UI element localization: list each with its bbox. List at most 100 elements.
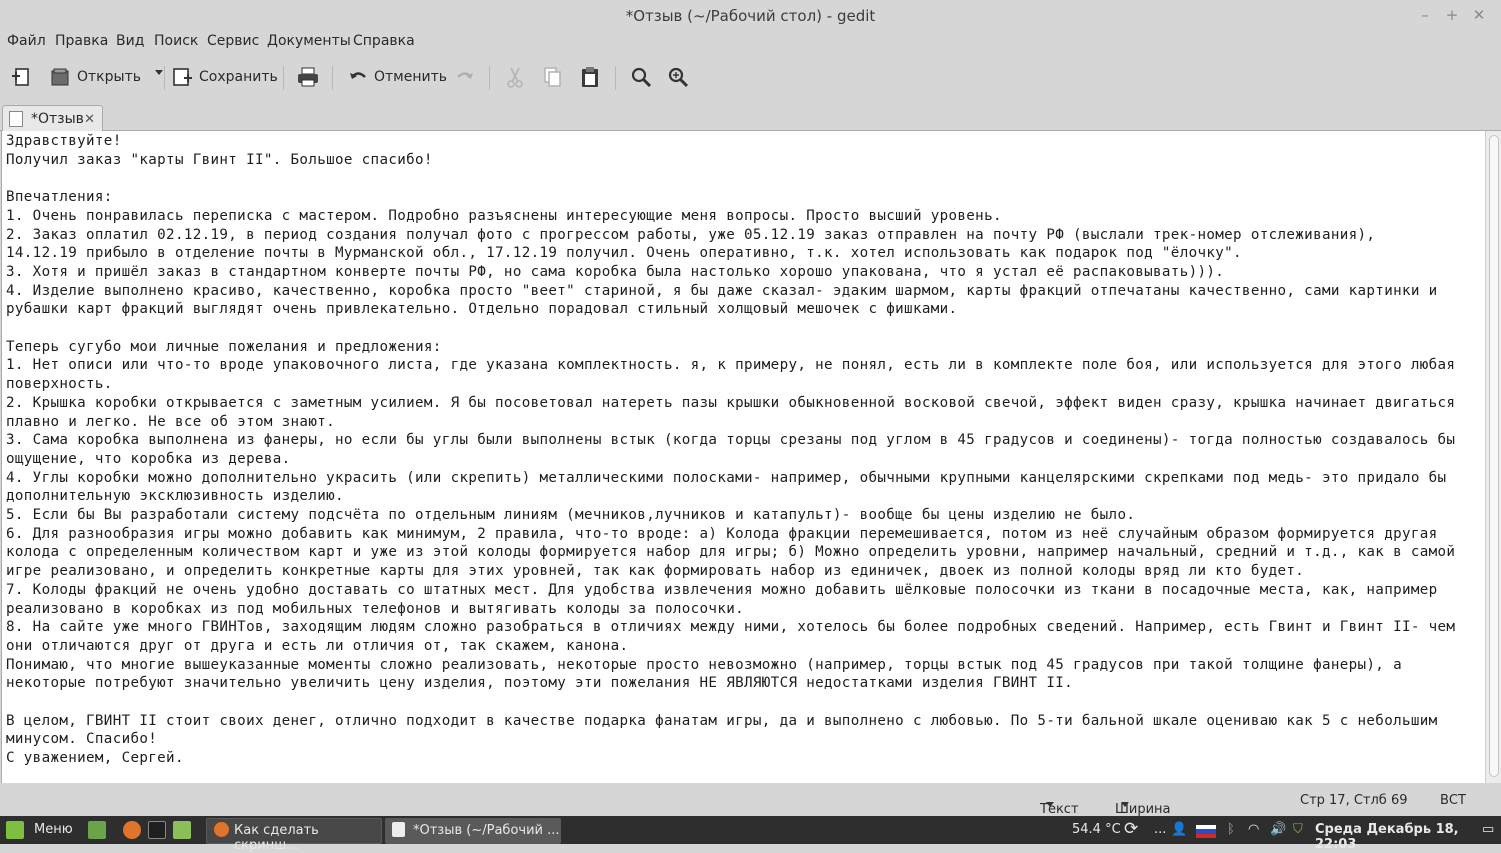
menu-documents[interactable]: Документы <box>267 33 351 49</box>
window-title: *Отзыв (~/Рабочий стол) - gedit <box>625 7 876 25</box>
task-browser[interactable]: Как сделать скринш... <box>206 818 382 853</box>
status-bar: Текст Ширина табуляции: 8 Стр 17, Стлб 6… <box>0 784 1501 847</box>
title-bar: *Отзыв (~/Рабочий стол) - gedit – + ✕ <box>0 0 1501 32</box>
text-line[interactable]: Получил заказ "карты Гвинт II". Большое … <box>6 152 433 171</box>
open-button[interactable]: Открыть <box>49 62 163 92</box>
find-replace-icon <box>668 67 689 88</box>
text-line[interactable]: 2. Заказ оплатил 02.12.19, в период созд… <box>6 227 1375 246</box>
menu-view[interactable]: Вид <box>116 33 144 49</box>
text-line[interactable]: 3. Хотя и пришёл заказ в стандартном кон… <box>6 264 1224 283</box>
text-line[interactable]: поверхность. <box>6 376 113 395</box>
text-line[interactable]: они отличаются друг от друга и есть ли о… <box>6 638 628 657</box>
text-line[interactable]: 5. Если бы Вы разработали систему подсчё… <box>6 507 1135 526</box>
minimize-button[interactable]: – <box>1414 5 1436 25</box>
print-button[interactable] <box>296 62 320 92</box>
start-menu-button[interactable]: Меню <box>34 822 73 837</box>
refresh-icon[interactable]: ⟳ <box>1124 819 1138 839</box>
wifi-icon[interactable]: ◠ <box>1248 822 1259 837</box>
tab-otzyv[interactable]: *Отзыв ✕ <box>2 105 103 132</box>
text-editor[interactable]: Здравствуйте! Получил заказ "карты Гвинт … <box>1 131 1485 783</box>
text-line[interactable]: Теперь сугубо мои личные пожелания и пре… <box>6 339 442 358</box>
toolbar: Открыть Сохранить Отменить <box>0 58 1501 96</box>
redo-button[interactable] <box>455 62 475 92</box>
toolbar-separator <box>164 66 165 90</box>
find-replace-button[interactable] <box>667 62 689 92</box>
mint-menu-icon[interactable] <box>6 821 24 839</box>
text-line[interactable]: некоторые потребуют значительно увеличит… <box>6 675 1073 694</box>
toolbar-separator <box>615 66 616 90</box>
bluetooth-icon[interactable]: ᛒ <box>1227 822 1235 837</box>
text-line[interactable]: 2. Крышка коробки открывается с заметным… <box>6 395 1455 414</box>
menu-bar: Файл Правка Вид Поиск Сервис Документы С… <box>0 32 1501 52</box>
task-browser-label: Как сделать скринш... <box>234 823 319 853</box>
menu-tools[interactable]: Сервис <box>207 33 259 49</box>
toolbar-separator <box>489 66 490 90</box>
open-label: Открыть <box>77 69 141 85</box>
undo-icon <box>350 72 366 79</box>
show-desktop-icon[interactable] <box>88 821 106 839</box>
text-line[interactable]: минусом. Спасибо! <box>6 731 157 750</box>
text-line[interactable]: С уважением, Сергей. <box>6 750 184 769</box>
document-tab-bar: *Отзыв ✕ <box>0 102 1501 132</box>
text-document-icon <box>9 111 23 127</box>
cpu-temperature: 54.4 °C <box>1072 822 1121 837</box>
menu-edit[interactable]: Правка <box>55 33 108 49</box>
terminal-icon[interactable] <box>148 821 166 839</box>
text-line[interactable]: рубашки карт фракций выглядят очень прив… <box>6 301 957 320</box>
open-recent-dropdown-icon[interactable] <box>154 70 163 84</box>
text-line[interactable]: Впечатления: <box>6 189 113 208</box>
shield-icon[interactable]: ⛉ <box>1293 822 1303 837</box>
menu-file[interactable]: Файл <box>7 33 46 49</box>
print-icon <box>298 67 318 87</box>
text-editor-icon <box>392 822 405 837</box>
file-manager-icon[interactable] <box>173 821 191 839</box>
menu-help[interactable]: Справка <box>353 33 415 49</box>
firefox-icon[interactable] <box>123 821 141 839</box>
cut-button[interactable] <box>505 62 525 92</box>
text-line[interactable]: игре реализовано, и определить конкретны… <box>6 563 1304 582</box>
undo-label: Отменить <box>374 69 448 85</box>
text-line[interactable]: 4. Углы коробки можно дополнительно укра… <box>6 470 1446 489</box>
close-tab-icon[interactable]: ✕ <box>84 112 95 127</box>
text-line[interactable]: реализовано в коробках из под мобильных … <box>6 601 744 620</box>
text-line[interactable]: 7. Колоды фракций не очень удобно достав… <box>6 582 1438 601</box>
text-line[interactable]: плавно и легко. Не все об этом знают. <box>6 414 335 433</box>
menu-search[interactable]: Поиск <box>154 33 198 49</box>
insert-mode: ВСТ <box>1440 793 1466 808</box>
copy-icon <box>544 67 561 87</box>
text-line[interactable]: дополнительную эксклюзивность изделию. <box>6 488 344 507</box>
tray-ellipsis[interactable]: ... <box>1154 822 1166 837</box>
text-line[interactable]: ощущение, что коробка из дерева. <box>6 451 291 470</box>
workspace-icon[interactable]: ▭ <box>1482 822 1494 837</box>
vertical-scrollbar[interactable] <box>1485 131 1501 783</box>
volume-icon[interactable]: 🔊 <box>1270 822 1286 837</box>
new-document-button[interactable] <box>10 62 32 92</box>
text-line[interactable]: 14.12.19 прибыло в отделение почты в Мур… <box>6 245 1242 264</box>
text-line[interactable]: Здравствуйте! <box>6 133 122 152</box>
chevron-down-icon <box>1046 802 1054 816</box>
copy-button[interactable] <box>542 62 562 92</box>
paste-button[interactable] <box>580 62 600 92</box>
text-line[interactable]: 6. Для разнообразия игры можно добавить … <box>6 526 1438 545</box>
find-button[interactable] <box>630 62 652 92</box>
text-line[interactable]: Понимаю, что многие вышеуказанные момент… <box>6 657 1402 676</box>
text-line[interactable]: 8. На сайте уже много ГВИНТов, заходящим… <box>6 619 1455 638</box>
user-icon[interactable]: 👤 <box>1171 822 1187 837</box>
clock[interactable]: Среда Декабрь 18, 22:03 <box>1315 822 1501 852</box>
text-line[interactable]: 4. Изделие выполнено красиво, качественн… <box>6 283 1438 302</box>
text-line[interactable]: В целом, ГВИНТ II стоит своих денег, отл… <box>6 713 1438 732</box>
cursor-position: Стр 17, Стлб 69 <box>1300 793 1408 808</box>
text-line[interactable]: 3. Сама коробка выполнена из фанеры, но … <box>6 432 1455 451</box>
keyboard-layout-flag-icon[interactable] <box>1196 825 1216 838</box>
text-line[interactable]: колода с определенным количеством карт и… <box>6 544 1455 563</box>
save-button[interactable]: Сохранить <box>172 62 278 92</box>
text-line[interactable]: 1. Нет описи или что-то вроде упаковочно… <box>6 357 1455 376</box>
task-gedit[interactable]: *Отзыв (~/Рабочий ... <box>385 818 561 844</box>
maximize-button[interactable]: + <box>1441 5 1463 25</box>
scrollbar-thumb[interactable] <box>1489 135 1499 777</box>
task-gedit-label: *Отзыв (~/Рабочий ... <box>413 823 560 838</box>
close-window-button[interactable]: ✕ <box>1468 5 1490 25</box>
paste-icon <box>582 67 598 87</box>
text-line[interactable]: 1. Очень понравилась переписка с мастеро… <box>6 208 1002 227</box>
undo-button[interactable]: Отменить <box>348 62 447 92</box>
